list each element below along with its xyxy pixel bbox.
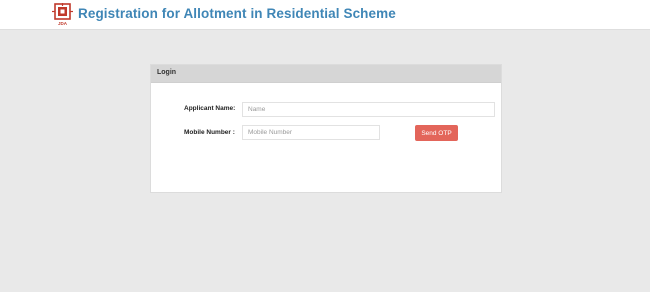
mobile-number-input[interactable] [242, 125, 380, 140]
mobile-number-label: Mobile Number : [184, 129, 235, 136]
page-title: Registration for Allotment in Residentia… [78, 6, 396, 21]
login-panel: Login Applicant Name: Mobile Number : Se… [150, 64, 502, 193]
logo-caption: JDA [58, 21, 68, 26]
login-heading-text: Login [157, 69, 177, 76]
send-otp-button[interactable]: Send OTP [415, 125, 458, 141]
jda-logo-icon: JDA [52, 3, 73, 26]
top-header: JDA Registration for Allotment in Reside… [0, 0, 650, 30]
applicant-name-label: Applicant Name: [184, 105, 236, 112]
login-panel-heading: Login [151, 65, 501, 83]
applicant-name-input[interactable] [242, 102, 495, 117]
